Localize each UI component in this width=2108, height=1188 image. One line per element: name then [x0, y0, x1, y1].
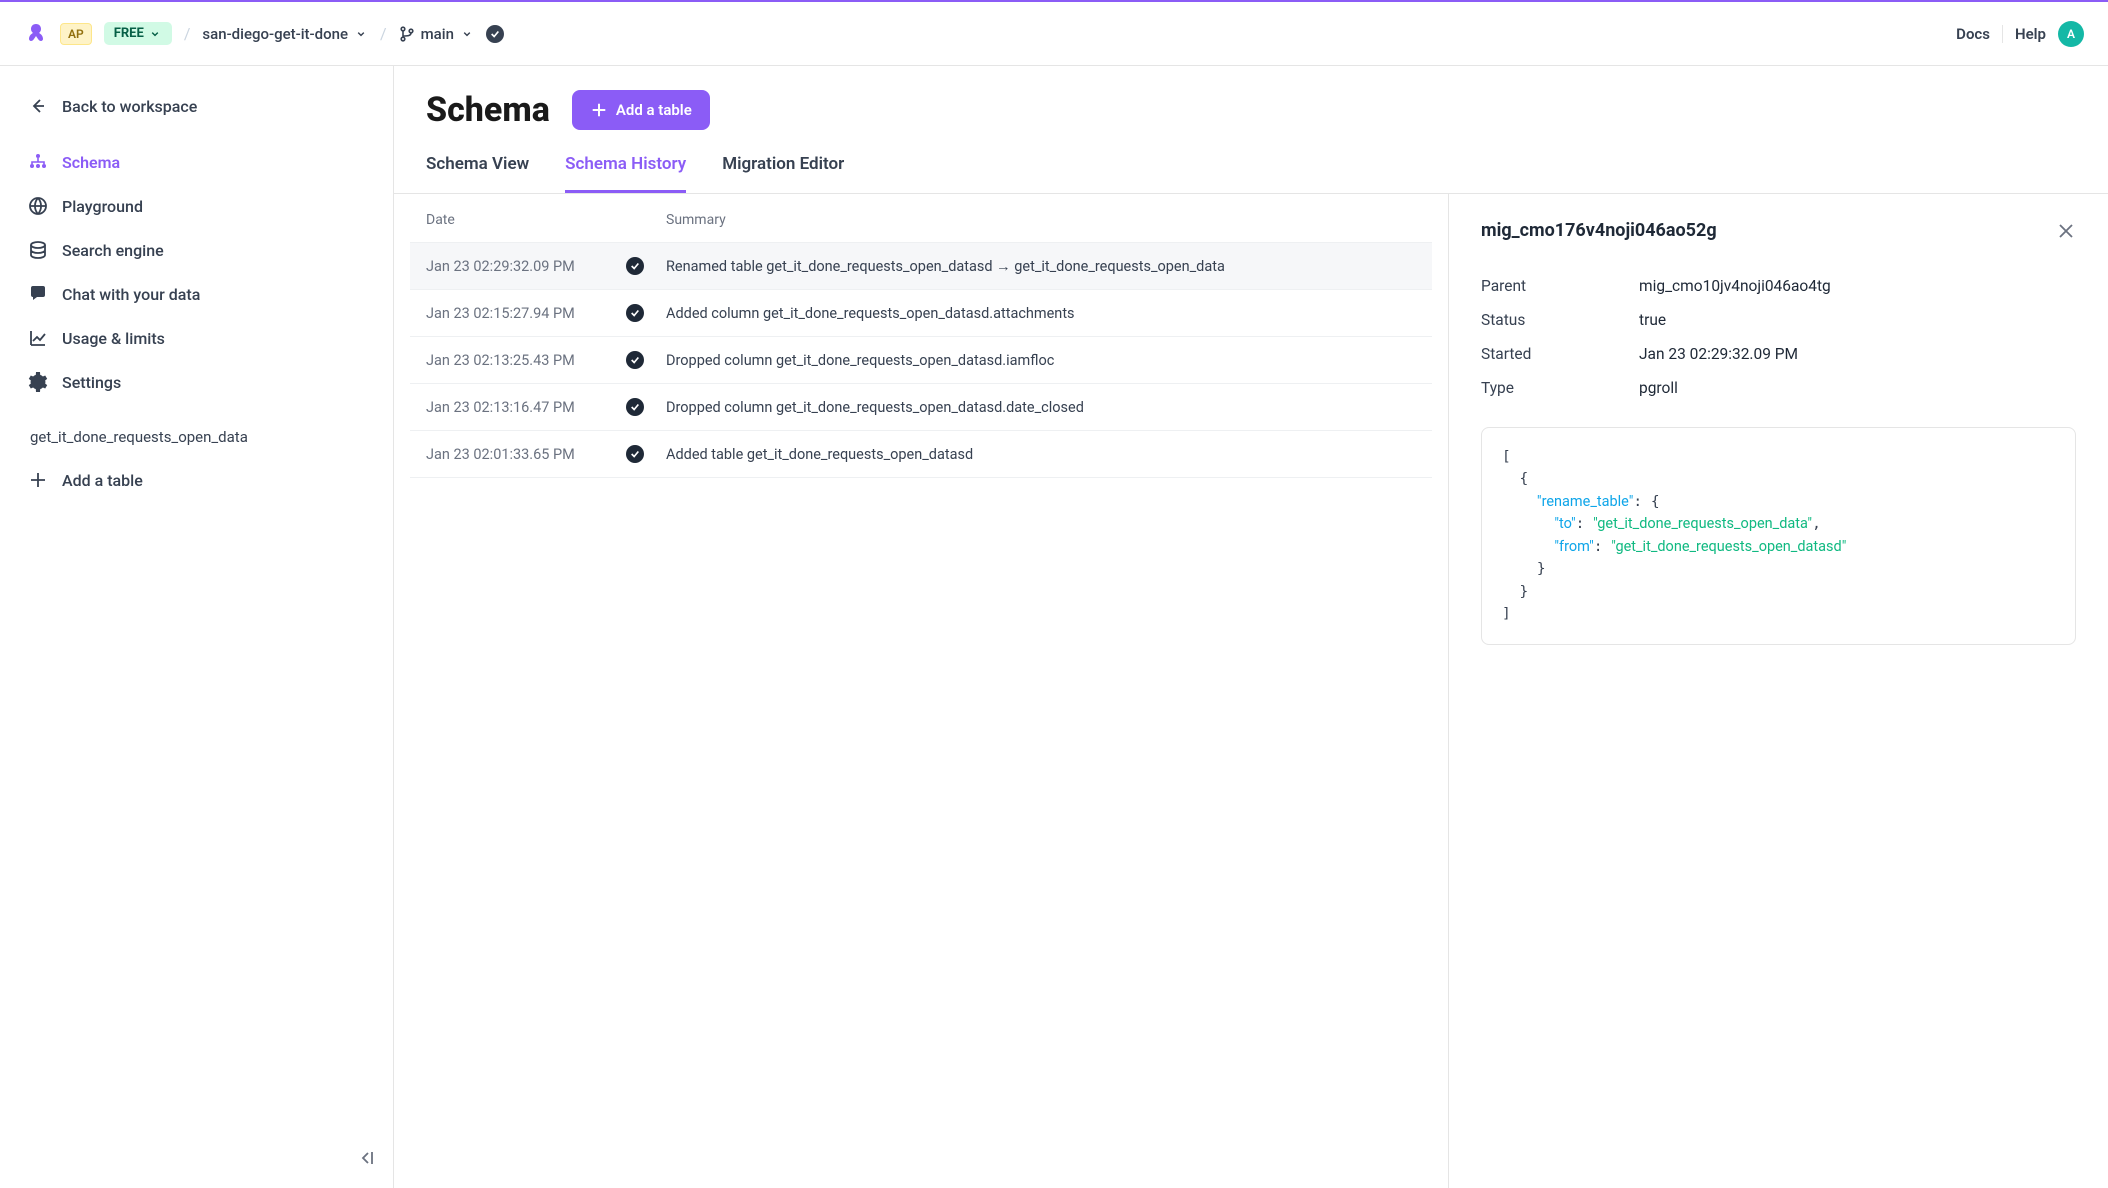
branch-name: main [421, 25, 454, 43]
migration-id: mig_cmo176v4noji046ao52g [1481, 220, 1717, 241]
meta-label: Started [1481, 345, 1639, 363]
row-summary: Renamed table get_it_done_requests_open_… [666, 258, 1416, 275]
docs-link[interactable]: Docs [1956, 25, 1990, 43]
col-header-date: Date [426, 212, 626, 228]
sidebar-item-label: Usage & limits [62, 329, 165, 348]
row-date: Jan 23 02:13:16.47 PM [426, 399, 626, 416]
meta-value: mig_cmo10jv4noji046ao4tg [1639, 277, 1831, 295]
collapse-sidebar-icon[interactable] [357, 1148, 377, 1168]
history-header: Date Summary [410, 194, 1432, 242]
sidebar-item-chat[interactable]: Chat with your data [0, 272, 393, 316]
chevron-down-icon [148, 27, 162, 41]
sidebar-item-label: Settings [62, 373, 121, 392]
status-success-icon [626, 304, 644, 322]
add-table-button-label: Add a table [616, 101, 692, 119]
chat-icon [28, 284, 48, 304]
meta-value: true [1639, 311, 1666, 329]
meta-row: Parentmig_cmo10jv4noji046ao4tg [1481, 269, 2076, 303]
meta-row: Statustrue [1481, 303, 2076, 337]
tab-schema-history[interactable]: Schema History [565, 154, 686, 193]
gear-icon [28, 372, 48, 392]
add-table-sidebar[interactable]: Add a table [0, 458, 393, 502]
row-summary: Added column get_it_done_requests_open_d… [666, 305, 1416, 322]
arrow-left-icon [28, 96, 48, 116]
search-engine-icon [28, 240, 48, 260]
meta-label: Type [1481, 379, 1639, 397]
history-row[interactable]: Jan 23 02:13:16.47 PM Dropped column get_… [410, 383, 1432, 430]
sidebar-item-label: Playground [62, 197, 143, 216]
tabs: Schema View Schema History Migration Edi… [394, 130, 2108, 194]
sidebar-item-schema[interactable]: Schema [0, 140, 393, 184]
row-summary: Dropped column get_it_done_requests_open… [666, 352, 1416, 369]
status-success-icon [626, 257, 644, 275]
meta-label: Parent [1481, 277, 1639, 295]
sidebar-item-usage[interactable]: Usage & limits [0, 316, 393, 360]
history-row[interactable]: Jan 23 02:01:33.65 PM Added table get_it_… [410, 430, 1432, 478]
history-row[interactable]: Jan 23 02:29:32.09 PM Renamed table get_i… [410, 242, 1432, 289]
chart-icon [28, 328, 48, 348]
playground-icon [28, 196, 48, 216]
chevron-down-icon [354, 27, 368, 41]
history-row[interactable]: Jan 23 02:13:25.43 PM Dropped column get_… [410, 336, 1432, 383]
tab-migration-editor[interactable]: Migration Editor [722, 154, 844, 193]
user-badge: AP [60, 23, 92, 45]
status-success-icon [626, 351, 644, 369]
schema-icon [28, 152, 48, 172]
table-entry[interactable]: get_it_done_requests_open_data [0, 416, 393, 458]
meta-row: Typepgroll [1481, 371, 2076, 405]
back-label: Back to workspace [62, 97, 197, 116]
meta-value: pgroll [1639, 379, 1678, 397]
sidebar-item-search[interactable]: Search engine [0, 228, 393, 272]
migration-json: [ { "rename_table": { "to": "get_it_done… [1481, 427, 2076, 645]
chevron-down-icon [460, 27, 474, 41]
divider [2002, 25, 2003, 43]
main-content: Schema Add a table Schema View Schema Hi… [394, 66, 2108, 1188]
row-date: Jan 23 02:15:27.94 PM [426, 305, 626, 322]
history-row[interactable]: Jan 23 02:15:27.94 PM Added column get_it… [410, 289, 1432, 336]
help-link[interactable]: Help [2015, 25, 2046, 43]
meta-label: Status [1481, 311, 1639, 329]
page-title: Schema [426, 90, 550, 130]
status-ok-icon [486, 25, 504, 43]
meta-row: StartedJan 23 02:29:32.09 PM [1481, 337, 2076, 371]
row-date: Jan 23 02:13:25.43 PM [426, 352, 626, 369]
meta-value: Jan 23 02:29:32.09 PM [1639, 345, 1798, 363]
breadcrumb-separator: / [380, 24, 387, 43]
tab-schema-view[interactable]: Schema View [426, 154, 529, 193]
migration-detail-panel: mig_cmo176v4noji046ao52g Parentmig_cmo10… [1448, 194, 2108, 1188]
plus-icon [590, 101, 608, 119]
status-success-icon [626, 398, 644, 416]
plan-badge[interactable]: FREE [104, 22, 172, 45]
sidebar-item-label: Chat with your data [62, 285, 200, 304]
sidebar: Back to workspace Schema Playground Sear… [0, 66, 394, 1188]
plus-icon [28, 470, 48, 490]
top-bar: AP FREE / san-diego-get-it-done / main D… [0, 0, 2108, 66]
project-selector[interactable]: san-diego-get-it-done [202, 25, 368, 43]
back-to-workspace[interactable]: Back to workspace [0, 84, 393, 128]
row-summary: Dropped column get_it_done_requests_open… [666, 399, 1416, 416]
sidebar-item-label: Search engine [62, 241, 164, 260]
row-date: Jan 23 02:01:33.65 PM [426, 446, 626, 463]
history-table: Date Summary Jan 23 02:29:32.09 PM Rename… [394, 194, 1448, 1188]
project-name: san-diego-get-it-done [202, 25, 348, 43]
status-success-icon [626, 445, 644, 463]
row-summary: Added table get_it_done_requests_open_da… [666, 446, 1416, 463]
close-icon[interactable] [2056, 221, 2076, 241]
branch-selector[interactable]: main [399, 25, 474, 43]
sidebar-item-label: Schema [62, 153, 120, 172]
col-header-summary: Summary [666, 212, 1416, 228]
add-table-button[interactable]: Add a table [572, 90, 710, 130]
plan-label: FREE [114, 26, 144, 41]
logo-icon [24, 22, 48, 46]
git-branch-icon [399, 26, 415, 42]
breadcrumb-separator: / [184, 24, 191, 43]
add-table-label: Add a table [62, 471, 143, 490]
avatar[interactable]: A [2058, 21, 2084, 47]
sidebar-item-settings[interactable]: Settings [0, 360, 393, 404]
row-date: Jan 23 02:29:32.09 PM [426, 258, 626, 275]
sidebar-item-playground[interactable]: Playground [0, 184, 393, 228]
